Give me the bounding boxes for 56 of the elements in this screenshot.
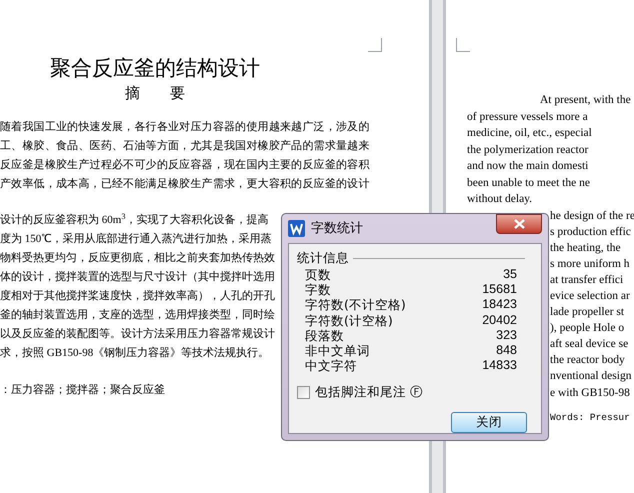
english-text-line: s production effic [550,224,631,240]
stat-label: 字符数(不计空格) [305,297,406,313]
app-logo-icon [288,220,305,237]
keywords-text: Words: Pressur [550,410,630,425]
stat-value: 848 [496,343,517,358]
stat-value: 20402 [482,312,517,328]
english-text-line: at transfer effici [550,272,624,288]
stat-value: 14833 [482,358,517,374]
body-text-line: 物料受热更均匀，反应更彻底，相比之前夹套加热传热效 [0,250,275,266]
stat-value: 15681 [482,282,517,298]
body-text-line: 体的设计，搅拌装置的选型与尺寸设计（其中搅拌叶选用 [0,270,275,285]
stat-value: 323 [496,328,517,344]
english-text-line: without delay. [467,192,532,207]
english-text-line: evice selection ar [550,288,630,304]
stat-label: 字符数(计空格) [305,312,393,328]
body-text-line: 度为 150℃，采用从底部进行通入蒸汽进行加热，采用蒸 [0,232,272,247]
body-text-line: 工、橡胶、食品、医药、石油等方面，尤其是我国对橡胶产品的需求量越来 [0,138,370,154]
close-dialog-button[interactable]: 关闭 [451,412,527,434]
stat-label: 段落数 [305,328,344,344]
body-text-line: 釜的轴封装置选用，支座的选型，选用焊接类型，同时绘 [0,308,275,323]
body-text-line: 度相对于其他搅拌桨速度快，搅拌效率高），人孔的开孔 [0,288,275,304]
english-text-line: lade propeller st [550,305,624,320]
abstract-heading: 摘 要 [125,84,185,104]
english-text-line: of pressure vessels more a [467,110,588,124]
stat-label: 中文字符 [305,358,357,374]
close-button[interactable] [496,214,542,234]
checkbox-label: 包括脚注和尾注 Ⓕ [315,383,423,402]
english-text-line: the polymerization reactor [467,142,588,158]
english-text-line: nventional design [550,369,632,384]
english-text-line: medicine, oil, etc., especial [467,126,592,141]
body-text-line: 以及反应釜的装配图等。设计方法采用压力容器常规设计 [0,326,275,342]
dialog-title: 字数统计 [311,220,363,238]
body-text-line: 设计的反应釜容积为 60m$^{3}$，实现了大容积化设备，提高 [0,211,268,228]
english-text-line: the reactor body [550,353,625,368]
english-text-line: the heating, the [550,240,621,256]
english-text-line: aft seal device se [550,337,628,352]
english-text-line: ), people Hole o [550,321,624,336]
stat-label: 非中文单词 [305,343,370,358]
close-icon [514,219,524,229]
stat-value: 35 [503,267,517,282]
body-text-line: 随着我国工业的快速发展，各行各业对压力容器的使用越来越广泛，涉及的 [0,120,370,135]
document-title: 聚合反应釜的结构设计 [50,55,260,82]
group-label: 统计信息 [297,250,349,266]
stat-label: 页数 [305,267,331,282]
keywords-text: ：压力容器；搅拌器；聚合反应釜 [0,382,165,398]
english-text-line: At present, with the [540,93,631,108]
english-text-line: s more uniform h [550,256,630,272]
english-text-line: been unable to meet the ne [467,176,590,190]
body-text-line: 反应釜是橡胶生产过程必不可少的反应容器，现在国内主要的反应釜的容积 [0,158,370,173]
english-text-line: and now the main domesti [467,159,588,174]
body-text-line: 产效率低，成本高，已经不能满足橡胶生产需求，更大容积的反应釜的设计 [0,176,370,192]
stat-label: 字数 [305,282,331,298]
stat-value: 18423 [482,297,517,313]
footnote-checkbox[interactable] [297,386,310,400]
english-text-line: e with GB150-98 [550,386,630,401]
body-text-line: 求，按照 GB150-98《钢制压力容器》等技术法规执行。 [0,346,270,361]
